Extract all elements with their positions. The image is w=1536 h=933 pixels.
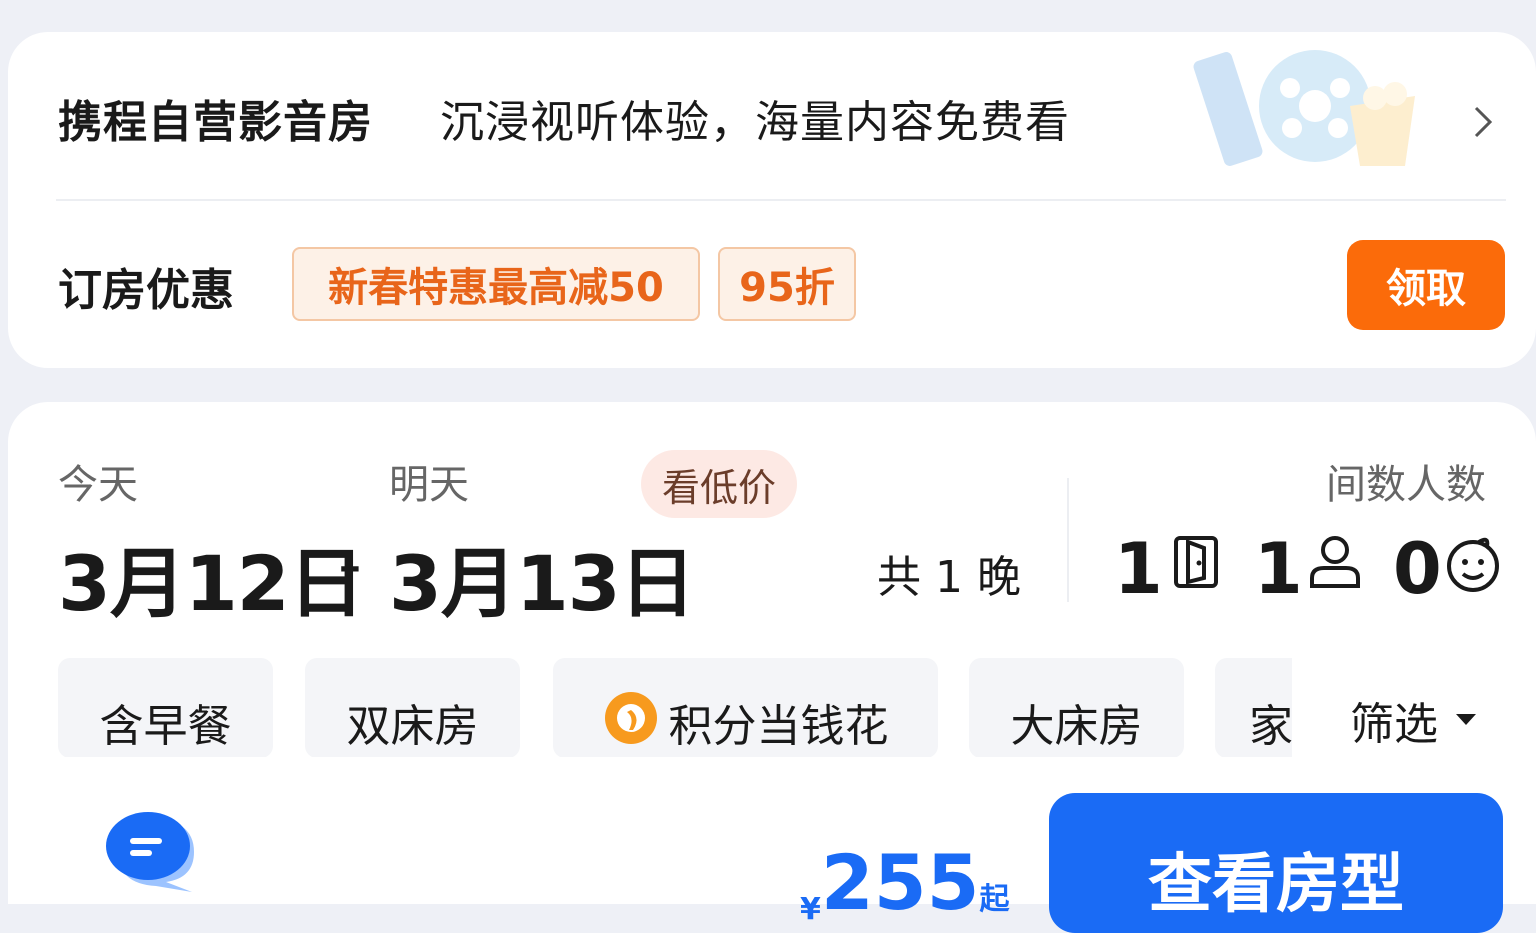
filter-chip-label: 双床房 [346, 701, 479, 752]
caret-down-icon [1456, 714, 1476, 725]
filter-chip[interactable]: 含早餐 [58, 658, 273, 758]
discount-tag[interactable]: 95折 [718, 247, 856, 321]
promo-description[interactable]: 沉浸视听体验，海量内容免费看 [440, 86, 1070, 150]
chat-icon[interactable] [104, 806, 200, 896]
view-rooms-button[interactable]: 查看房型 [1049, 793, 1503, 933]
promo-title[interactable]: 携程自营影音房 [58, 86, 373, 150]
rooms-count[interactable]: 1 [1114, 528, 1163, 610]
discount-label: 订房优惠 [58, 265, 234, 316]
filter-chip[interactable]: 双床房 [305, 658, 520, 758]
discount-tag[interactable]: 新春特惠最高减50 [292, 247, 700, 321]
nights-count: 共 1 晚 [877, 552, 1021, 603]
currency-symbol: ¥ [800, 892, 821, 927]
filter-chip[interactable]: 大床房 [969, 658, 1184, 758]
price-value: 255 [820, 838, 980, 927]
chevron-right-icon[interactable] [1468, 102, 1498, 142]
points-coin-icon [604, 692, 657, 744]
adults-count[interactable]: 1 [1254, 528, 1303, 610]
divider [1067, 478, 1069, 602]
low-price-badge[interactable]: 看低价 [641, 450, 797, 518]
price-display: ¥255起 [800, 838, 1010, 927]
door-icon [1174, 536, 1218, 588]
checkin-date[interactable]: 3月12日 [58, 522, 365, 632]
filter-chip-label: 家 [1249, 701, 1293, 752]
checkout-date[interactable]: 3月13日 [389, 522, 696, 632]
filter-chip-label: 含早餐 [99, 701, 232, 752]
adult-icon [1310, 536, 1360, 588]
filter-button[interactable]: 筛选 [1292, 650, 1536, 758]
filter-chip-label: 大床房 [1010, 701, 1143, 752]
price-suffix: 起 [979, 882, 1010, 917]
occupancy-label: 间数人数 [1326, 462, 1486, 508]
claim-button[interactable]: 领取 [1347, 240, 1505, 330]
date-separator: - [338, 526, 362, 603]
child-icon [1447, 537, 1499, 592]
checkin-day-label: 今天 [58, 462, 138, 508]
filter-chip-label: 积分当钱花 [668, 701, 889, 752]
divider [56, 199, 1506, 201]
children-count[interactable]: 0 [1393, 528, 1442, 610]
filter-chip[interactable]: 积分当钱花 [553, 658, 938, 758]
checkout-day-label: 明天 [389, 462, 469, 508]
filter-label: 筛选 [1350, 699, 1438, 750]
film-reel-illustration-icon [1193, 50, 1415, 166]
